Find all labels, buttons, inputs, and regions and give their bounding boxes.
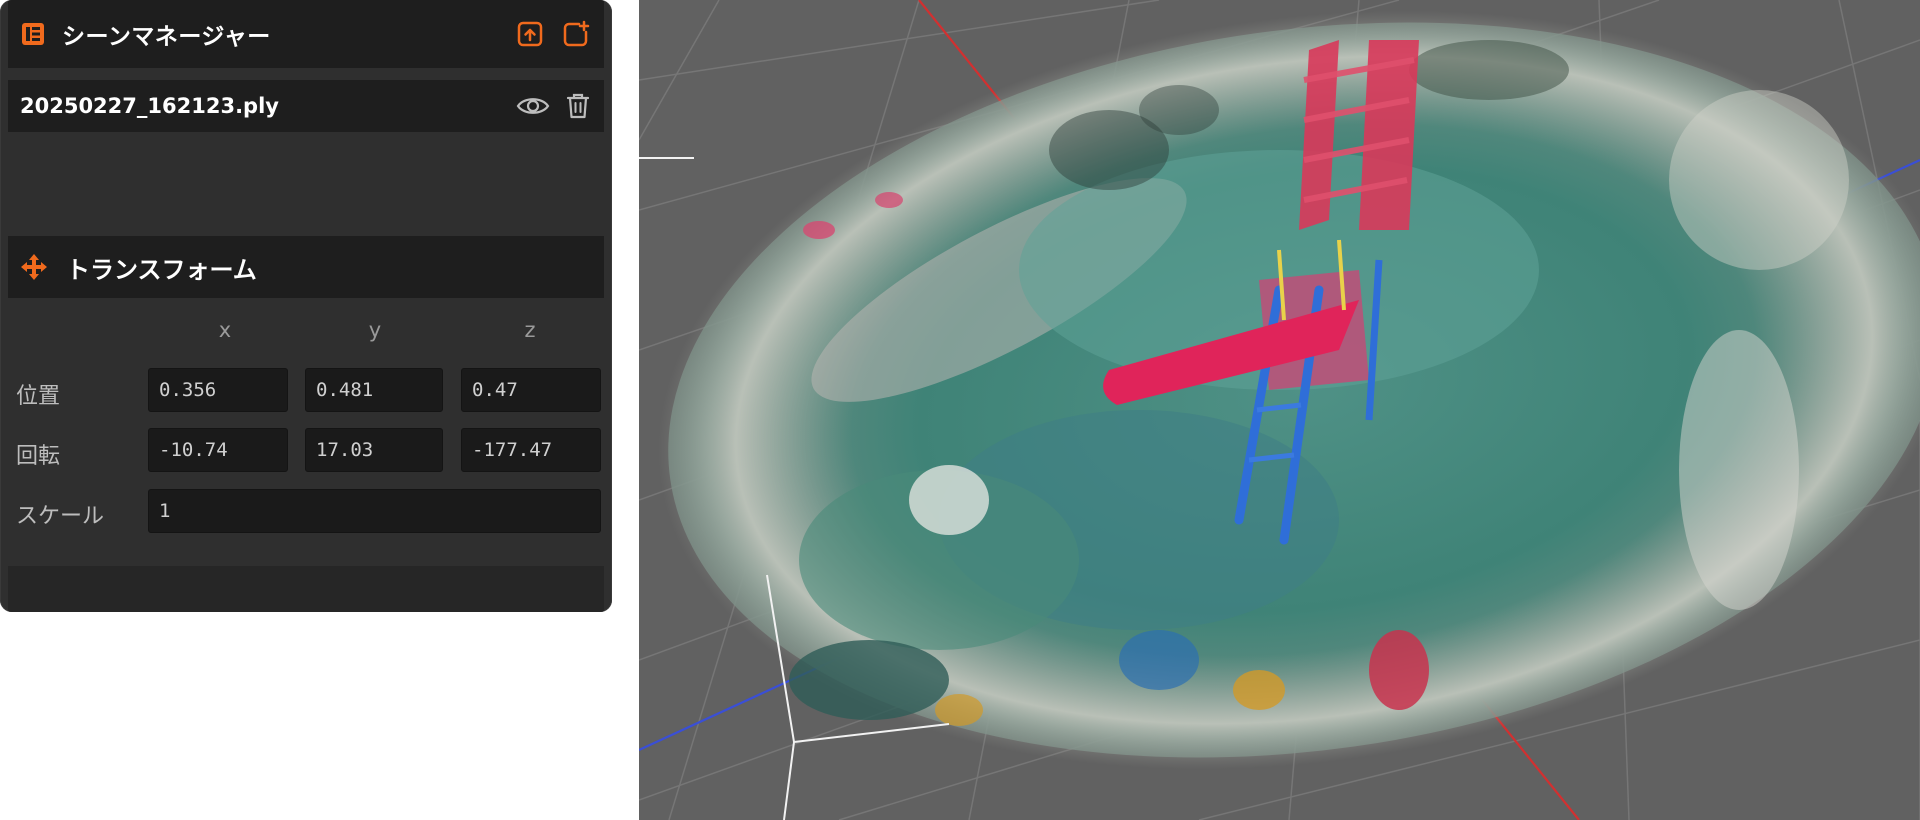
scene-logo-icon	[22, 23, 44, 45]
axis-label-z: z	[524, 318, 536, 342]
move-arrows-icon	[21, 254, 47, 280]
trash-icon[interactable]	[566, 92, 590, 120]
add-icon[interactable]	[562, 20, 590, 48]
upload-icon[interactable]	[516, 20, 544, 48]
point-cloud	[658, 10, 1920, 770]
position-label: 位置	[16, 384, 61, 409]
position-z-input[interactable]	[461, 368, 601, 412]
transform-header: トランスフォーム	[8, 236, 604, 298]
eye-icon[interactable]	[516, 92, 550, 120]
rotation-label: 回転	[16, 444, 61, 469]
rotation-y-input[interactable]	[305, 428, 443, 472]
rotation-z-input[interactable]	[461, 428, 601, 472]
axis-label-y: y	[368, 318, 382, 342]
scene-manager-title: シーンマネージャー	[62, 24, 271, 50]
axis-label-x: x	[218, 318, 232, 342]
position-x-input[interactable]	[148, 368, 288, 412]
scale-input[interactable]	[148, 489, 601, 533]
scene-manager-panel: シーンマネージャー 20250227_162123.ply トランスフォーム x…	[0, 0, 612, 612]
scene-item[interactable]: 20250227_162123.ply	[8, 80, 604, 132]
transform-title: トランスフォーム	[66, 255, 257, 284]
scene-manager-header: シーンマネージャー	[8, 0, 604, 68]
panel-footer	[8, 566, 604, 612]
scene-item-name: 20250227_162123.ply	[20, 94, 279, 118]
scale-label: スケール	[16, 504, 105, 529]
3d-viewport[interactable]	[639, 0, 1920, 820]
viewport-canvas[interactable]	[639, 0, 1920, 820]
rotation-x-input[interactable]	[148, 428, 288, 472]
position-y-input[interactable]	[305, 368, 443, 412]
